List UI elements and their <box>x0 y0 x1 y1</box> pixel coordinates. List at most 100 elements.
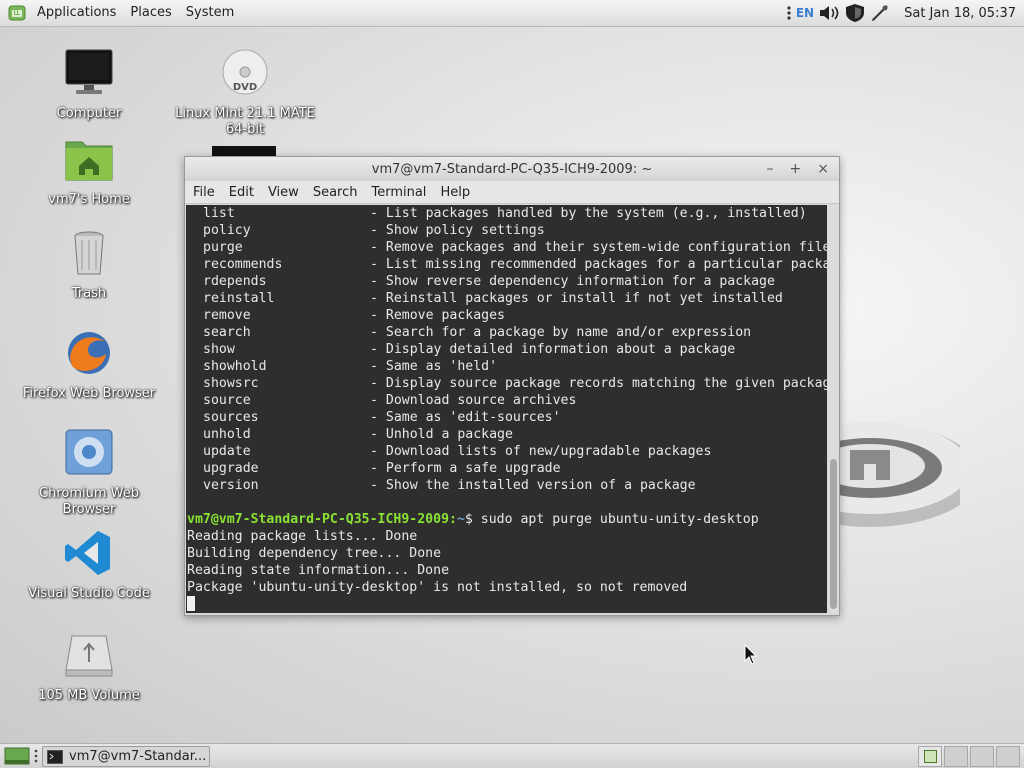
dvd-icon: DVD <box>222 49 268 95</box>
desktop-icon-computer[interactable]: Computer <box>9 48 169 122</box>
vscode-icon <box>65 531 110 575</box>
help-command: showsrc <box>203 376 259 391</box>
desktop-icon-trash[interactable]: Trash <box>9 228 169 302</box>
network-icon[interactable] <box>870 3 890 23</box>
maximize-icon[interactable]: + <box>790 161 802 177</box>
workspace-3[interactable] <box>970 746 994 767</box>
mouse-pointer-icon <box>744 644 758 665</box>
places-menu[interactable]: Places <box>123 0 178 26</box>
workspace-1[interactable] <box>918 746 942 767</box>
help-description: - List missing recommended packages for … <box>370 257 827 272</box>
desktop-icon-label: Trash <box>71 286 107 301</box>
help-command: upgrade <box>203 461 259 476</box>
help-line: showsrc - Display source package records … <box>186 375 827 392</box>
prompt-symbol: $ <box>464 512 473 527</box>
taskbar-terminal-button[interactable]: vm7@vm7-Standar... <box>42 746 210 767</box>
desktop-icon-label: Visual Studio Code <box>28 586 150 601</box>
help-command: show <box>203 342 235 357</box>
help-line: purge - Remove packages and their system-… <box>186 239 827 256</box>
help-command: search <box>203 325 251 340</box>
keyboard-layout-indicator[interactable]: EN <box>796 6 814 20</box>
help-line: source - Download source archives <box>186 392 827 409</box>
desktop-icon-vscode[interactable]: Visual Studio Code <box>9 528 169 602</box>
applications-menu[interactable]: Applications <box>30 0 123 26</box>
help-description: - Show reverse dependency information fo… <box>370 274 775 289</box>
prompt-user-host: vm7@vm7-Standard-PC-Q35-ICH9-2009: <box>187 512 457 527</box>
help-line: update - Download lists of new/upgradable… <box>186 443 827 460</box>
help-command: recommends <box>203 257 283 272</box>
help-description: - Perform a safe upgrade <box>370 461 561 476</box>
firefox-icon <box>68 332 110 374</box>
help-lines: list - List packages handled by the syste… <box>186 205 827 494</box>
desktop-icon-home[interactable]: vm7's Home <box>9 134 169 208</box>
help-line: version - Show the installed version of a… <box>186 477 827 494</box>
computer-icon <box>65 49 113 94</box>
help-command: unhold <box>203 427 251 442</box>
chromium-icon <box>65 429 113 475</box>
help-description: - Reinstall packages or install if not y… <box>370 291 783 306</box>
help-description: - Display source package records matchin… <box>370 376 827 391</box>
help-command: update <box>203 444 251 459</box>
help-description: - List packages handled by the system (e… <box>370 206 807 221</box>
desktop-icon-firefox[interactable]: Firefox Web Browser <box>9 328 169 402</box>
help-command: sources <box>203 410 259 425</box>
terminal-output[interactable]: list - List packages handled by the syste… <box>186 205 827 613</box>
menu-edit[interactable]: Edit <box>225 185 258 200</box>
clock[interactable]: Sat Jan 18, 05:37 <box>904 6 1016 21</box>
show-desktop-icon[interactable] <box>4 747 30 765</box>
volume-icon[interactable] <box>818 4 840 22</box>
help-command: remove <box>203 308 251 323</box>
terminal-scrollbar[interactable] <box>828 205 839 613</box>
help-line: rdepends - Show reverse dependency inform… <box>186 273 827 290</box>
window-title-bar[interactable]: vm7@vm7-Standard-PC-Q35-ICH9-2009: ~ – +… <box>185 157 839 181</box>
workspace-4[interactable] <box>996 746 1020 767</box>
help-description: - Remove packages and their system-wide … <box>370 240 827 255</box>
text-cursor <box>187 596 195 611</box>
system-menu[interactable]: System <box>179 0 241 26</box>
desktop-icon-label: Chromium Web Browser <box>39 486 139 517</box>
typed-command: sudo apt purge ubuntu-unity-desktop <box>472 512 759 527</box>
notification-dots-icon[interactable] <box>786 4 792 22</box>
help-description: - Search for a package by name and/or ex… <box>370 325 752 340</box>
help-description: - Same as 'held' <box>370 359 498 374</box>
desktop-icon-dvd[interactable]: DVD Linux Mint 21.1 MATE 64-bit <box>165 48 325 138</box>
usb-drive-icon <box>65 635 113 677</box>
menu-terminal[interactable]: Terminal <box>367 185 430 200</box>
desktop-icon-label: Computer <box>56 106 122 121</box>
shield-icon[interactable] <box>844 3 866 23</box>
bottom-panel: vm7@vm7-Standar... <box>0 743 1024 768</box>
menu-help[interactable]: Help <box>436 185 474 200</box>
desktop-icon-chromium[interactable]: Chromium Web Browser <box>9 428 169 518</box>
help-command: reinstall <box>203 291 275 306</box>
help-description: - Download lists of new/upgradable packa… <box>370 444 712 459</box>
terminal-window[interactable]: vm7@vm7-Standard-PC-Q35-ICH9-2009: ~ – +… <box>184 156 840 616</box>
menu-view[interactable]: View <box>264 185 303 200</box>
linux-mint-menu-icon[interactable] <box>8 4 26 22</box>
desktop-icon-label: Linux Mint 21.1 MATE 64-bit <box>175 106 315 137</box>
help-line: showhold - Same as 'held' <box>186 358 827 375</box>
help-line: reinstall - Reinstall packages or install… <box>186 290 827 307</box>
help-command: purge <box>203 240 243 255</box>
minimize-icon[interactable]: – <box>767 161 774 177</box>
menu-file[interactable]: File <box>189 185 219 200</box>
close-icon[interactable]: × <box>817 161 829 177</box>
output-line: Reading state information... Done <box>187 563 450 578</box>
help-line: remove - Remove packages <box>186 307 827 324</box>
help-description: - Show policy settings <box>370 223 545 238</box>
window-title: vm7@vm7-Standard-PC-Q35-ICH9-2009: ~ <box>371 161 653 177</box>
system-tray: EN Sat Jan 18, 05:37 <box>786 0 1016 26</box>
help-line: search - Search for a package by name and… <box>186 324 827 341</box>
desktop-icon-label: vm7's Home <box>48 192 130 207</box>
output-line: Package 'ubuntu-unity-desktop' is not in… <box>187 580 688 595</box>
help-line: policy - Show policy settings <box>186 222 827 239</box>
help-line: upgrade - Perform a safe upgrade <box>186 460 827 477</box>
panel-handle-icon[interactable] <box>34 747 38 765</box>
scrollbar-thumb[interactable] <box>830 459 837 609</box>
desktop-icon-volume[interactable]: 105 MB Volume <box>9 630 169 704</box>
output-line: Building dependency tree... Done <box>187 546 442 561</box>
menu-search[interactable]: Search <box>309 185 362 200</box>
help-command: list <box>203 206 235 221</box>
workspace-2[interactable] <box>944 746 968 767</box>
help-command: showhold <box>203 359 267 374</box>
